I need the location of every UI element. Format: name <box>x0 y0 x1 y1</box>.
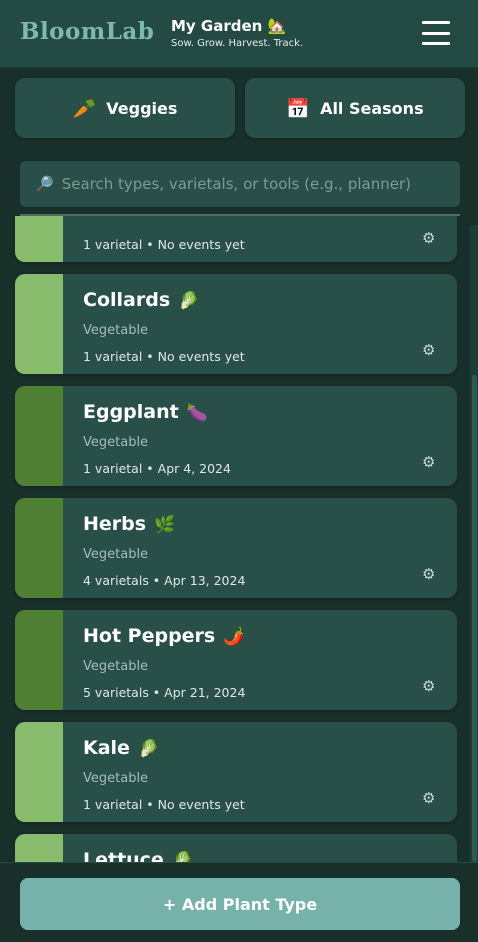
plant-name: Herbs 🌿 <box>83 513 175 535</box>
search-area: 🔎 <box>0 150 478 216</box>
plant-emoji-icon: 🥬 <box>137 739 160 759</box>
gear-icon[interactable]: ⚙ <box>422 565 435 583</box>
plant-meta: 1 varietal • Apr 4, 2024 <box>83 461 231 476</box>
season-filter-label: All Seasons <box>320 98 424 118</box>
plant-emoji-icon: 🥬 <box>178 291 200 311</box>
plant-color-bar <box>15 834 63 862</box>
plant-color-bar <box>15 610 63 710</box>
app-header: BloomLab My Garden 🏡 Sow. Grow. Harvest.… <box>0 0 478 68</box>
plant-name-text: Lettuce <box>83 849 164 862</box>
plant-emoji-icon: 🌶️ <box>223 627 245 647</box>
scrollbar-thumb[interactable] <box>472 375 477 862</box>
plant-category: Vegetable <box>83 323 149 338</box>
gear-icon[interactable]: ⚙ <box>422 453 435 471</box>
plant-card[interactable]: Eggplant 🍆 Vegetable 1 varietal • Apr 4, 20… <box>15 386 457 486</box>
plant-category: Vegetable <box>83 771 149 786</box>
plant-meta: 1 varietal • No events yet <box>83 349 245 364</box>
type-filter-label: Veggies <box>106 98 178 118</box>
plant-name: Collards 🥬 <box>83 289 199 311</box>
garden-subtitle: Sow. Grow. Harvest. Track. <box>171 38 304 49</box>
scrollbar[interactable] <box>470 225 478 862</box>
plant-meta: 4 varietals • Apr 13, 2024 <box>83 573 246 588</box>
plant-card[interactable]: Kale 🥬 Vegetable 1 varietal • No events yet… <box>15 722 457 822</box>
plant-card[interactable]: Collards 🥬 Vegetable 1 varietal • No events… <box>15 274 457 374</box>
plant-category: Vegetable <box>83 435 149 450</box>
gear-icon[interactable]: ⚙ <box>422 789 435 807</box>
plant-color-bar <box>15 274 63 374</box>
plant-meta: 1 varietal • No events yet <box>83 797 245 812</box>
hamburger-menu-icon[interactable] <box>420 18 452 48</box>
plant-name-text: Eggplant <box>83 401 179 423</box>
plant-name-text: Collards <box>83 289 171 311</box>
plant-card[interactable]: 1 varietal • No events yet ⚙ <box>15 216 457 262</box>
type-filter-button[interactable]: 🥕 Veggies <box>15 78 235 138</box>
add-plant-type-button[interactable]: + Add Plant Type <box>20 878 460 930</box>
plant-meta: 1 varietal • No events yet <box>83 237 245 252</box>
plant-card[interactable]: Lettuce 🥬 <box>15 834 457 862</box>
plant-name-text: Kale <box>83 737 130 759</box>
plant-name-text: Hot Peppers <box>83 625 216 647</box>
plant-card[interactable]: Herbs 🌿 Vegetable 4 varietals • Apr 13, 202… <box>15 498 457 598</box>
plant-name: Lettuce 🥬 <box>83 849 193 862</box>
garden-title: My Garden 🏡 <box>171 17 287 35</box>
gear-icon[interactable]: ⚙ <box>422 677 435 695</box>
plant-emoji-icon: 🌿 <box>154 515 176 535</box>
search-box[interactable]: 🔎 <box>20 161 460 207</box>
plant-category: Vegetable <box>83 547 149 562</box>
plant-color-bar <box>15 722 63 822</box>
app-logo[interactable]: BloomLab <box>20 18 154 45</box>
plant-name: Hot Peppers 🌶️ <box>83 625 244 647</box>
plant-name-text: Herbs <box>83 513 147 535</box>
plant-color-bar <box>15 386 63 486</box>
plant-category: Vegetable <box>83 659 149 674</box>
plant-type-list: 1 varietal • No events yet ⚙ Collards 🥬 Vege… <box>0 216 478 862</box>
gear-icon[interactable]: ⚙ <box>422 229 435 247</box>
plant-emoji-icon: 🥬 <box>171 851 194 862</box>
carrot-icon: 🥕 <box>72 97 97 120</box>
plant-card[interactable]: Hot Peppers 🌶️ Vegetable 5 varietals • Apr … <box>15 610 457 710</box>
gear-icon[interactable]: ⚙ <box>422 341 435 359</box>
calendar-icon: 📅 <box>286 97 311 120</box>
plant-name: Eggplant 🍆 <box>83 401 208 423</box>
plant-color-bar <box>15 498 63 598</box>
footer-bar: + Add Plant Type <box>0 862 478 942</box>
filter-bar: 🥕 Veggies 📅 All Seasons <box>0 68 478 150</box>
plant-meta: 5 varietals • Apr 21, 2024 <box>83 685 246 700</box>
plant-color-bar <box>15 216 63 262</box>
search-icon: 🔎 <box>35 175 54 193</box>
plant-name: Kale 🥬 <box>83 737 159 759</box>
season-filter-button[interactable]: 📅 All Seasons <box>245 78 465 138</box>
search-input[interactable] <box>61 175 432 193</box>
plant-emoji-icon: 🍆 <box>186 403 208 423</box>
